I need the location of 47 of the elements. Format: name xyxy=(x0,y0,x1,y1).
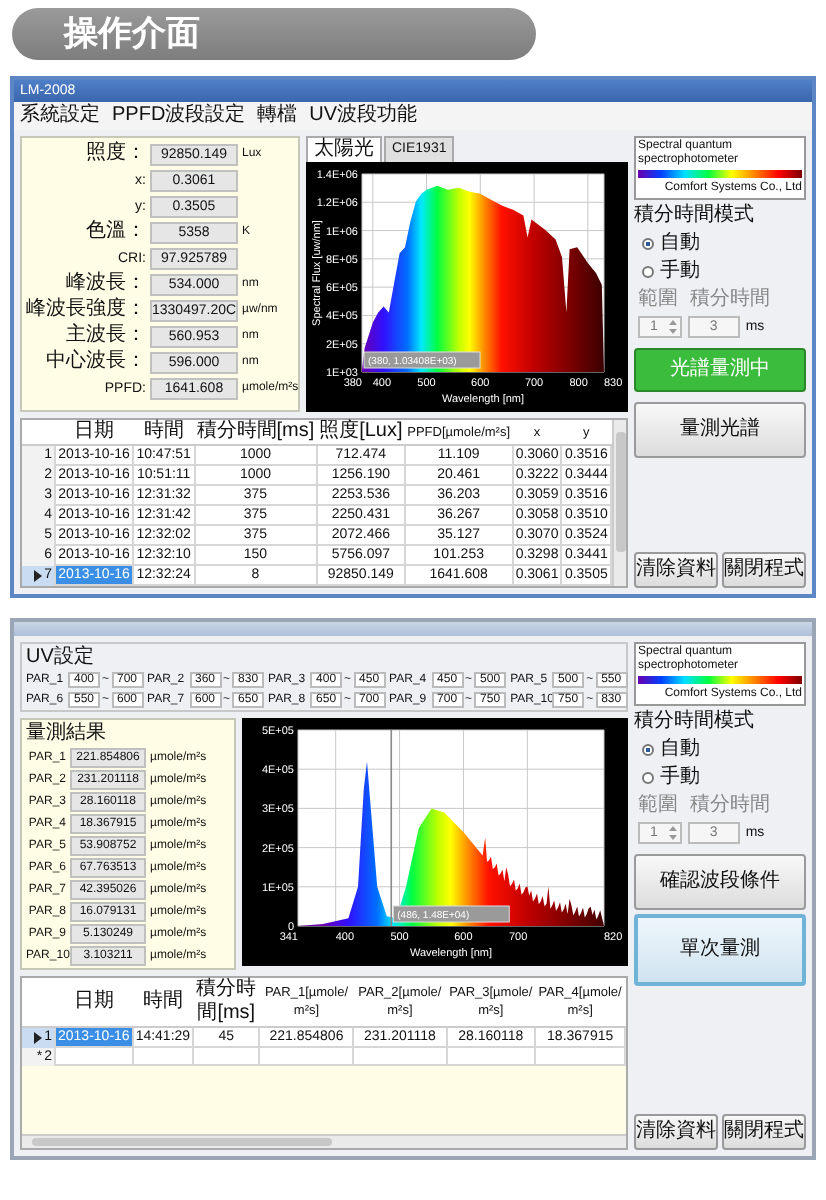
menu-item[interactable]: 轉檔 xyxy=(257,104,298,128)
action-button[interactable]: 量測光譜 xyxy=(634,402,806,458)
column-header: 時間 xyxy=(132,978,194,1027)
menu-item[interactable]: UV波段功能 xyxy=(309,104,418,128)
menu-item[interactable]: PPFD波段設定 xyxy=(112,104,246,128)
radio-button[interactable] xyxy=(642,744,654,756)
group-label: UV設定 xyxy=(26,646,96,670)
field-label: 峰波長強度： xyxy=(26,298,146,322)
section-banner: 操作介面 xyxy=(12,8,536,60)
radio-button[interactable] xyxy=(642,238,654,250)
scrollbar[interactable] xyxy=(22,1134,626,1148)
chart-tab[interactable]: 太陽光 xyxy=(306,136,382,162)
menu-item[interactable]: 系統設定 xyxy=(20,104,100,128)
field-label: 範圍 xyxy=(638,288,678,312)
field-label: 主波長： xyxy=(64,324,146,348)
field-label: 色溫： xyxy=(84,220,146,244)
column-header: 日期 xyxy=(55,420,134,445)
radio-button[interactable] xyxy=(642,772,654,784)
group-label: 量測結果 xyxy=(26,722,108,746)
field-label: 照度： xyxy=(84,142,146,166)
group-label: 積分時間模式 xyxy=(634,204,756,228)
radio-label[interactable]: 手動 xyxy=(660,260,700,284)
radio-label[interactable]: 自動 xyxy=(660,738,700,762)
radio-label[interactable]: 手動 xyxy=(660,766,700,790)
action-button[interactable]: 清除資料 xyxy=(634,1114,718,1150)
current-row-icon xyxy=(34,569,43,581)
field-label: 積分時間 xyxy=(690,288,770,312)
field-label: 峰波長： xyxy=(64,272,146,296)
action-button[interactable]: 確認波段條件 xyxy=(634,854,806,910)
field-label: 積分時間 xyxy=(690,794,770,818)
group-label: 積分時間模式 xyxy=(634,710,756,734)
column-header: 積分時間[ms] xyxy=(193,978,260,1027)
column-header: 時間 xyxy=(133,420,195,445)
field-label: 中心波長： xyxy=(44,350,146,374)
radio-button[interactable] xyxy=(642,266,654,278)
column-header: 照度[Lux] xyxy=(316,420,405,445)
action-button[interactable]: 清除資料 xyxy=(634,552,718,588)
action-button[interactable]: 單次量測 xyxy=(634,914,806,986)
action-button[interactable]: 關閉程式 xyxy=(722,552,806,588)
scrollbar[interactable] xyxy=(612,420,626,586)
radio-label[interactable]: 自動 xyxy=(660,232,700,256)
action-button[interactable]: 關閉程式 xyxy=(722,1114,806,1150)
column-header: 積分時間[ms] xyxy=(194,420,317,445)
spin-arrows-icon[interactable] xyxy=(667,824,678,842)
field-label: 範圍 xyxy=(638,794,678,818)
current-row-icon xyxy=(34,1031,43,1044)
spin-arrows-icon[interactable] xyxy=(667,318,678,336)
